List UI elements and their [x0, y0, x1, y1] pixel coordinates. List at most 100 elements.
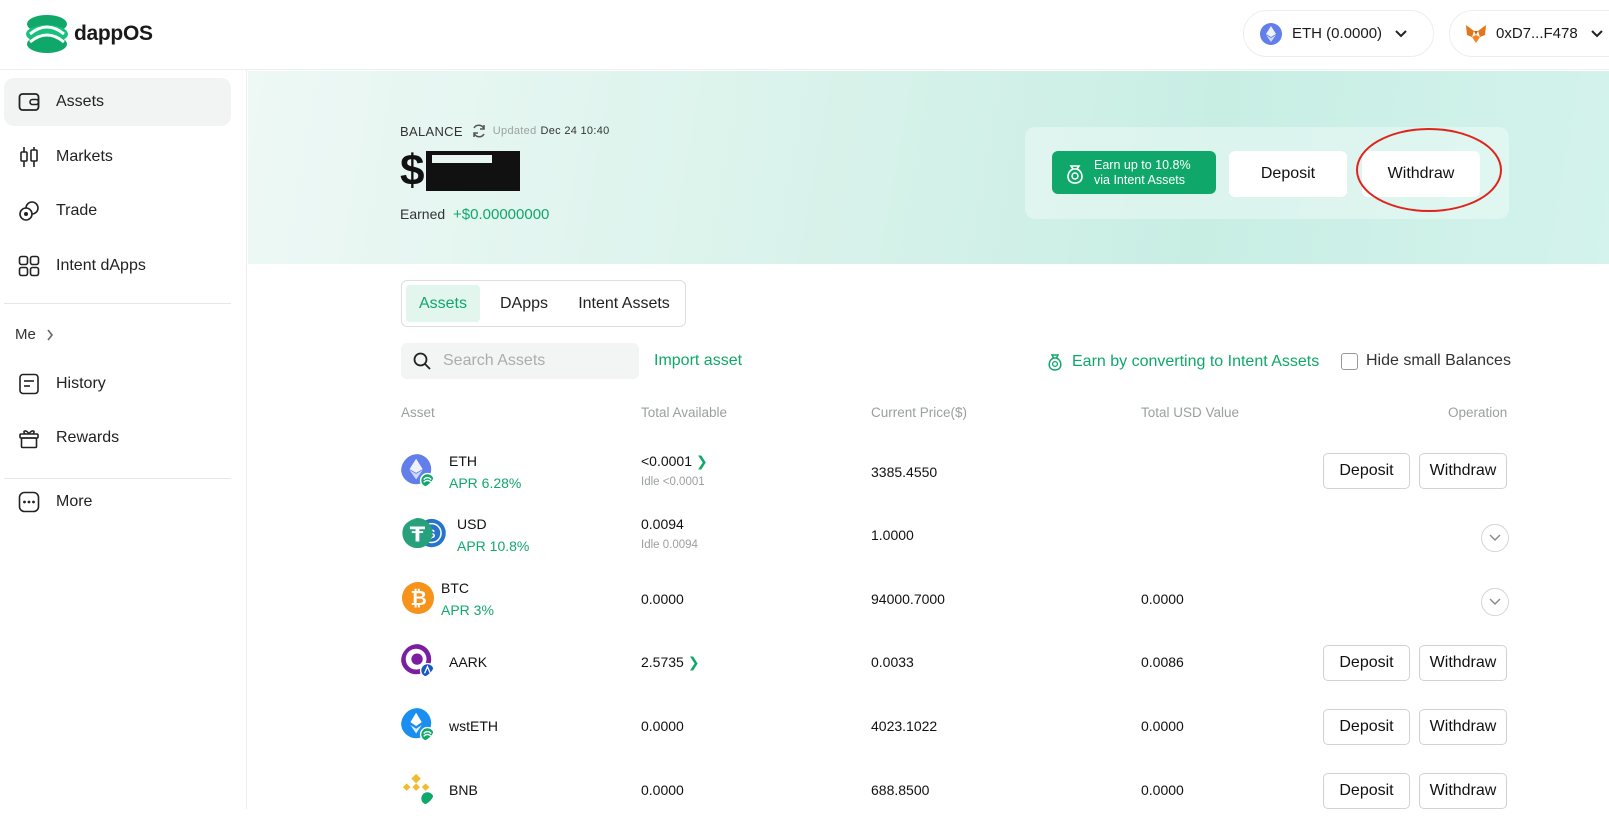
table-row: $ USD APR 10.8% 0.0094 Idle 0.0094 1.000… — [0, 503, 1609, 567]
swap-icon — [16, 198, 42, 224]
earn-intent-button[interactable]: Earn up to 10.8% via Intent Assets — [1052, 151, 1216, 194]
earn-line-2: via Intent Assets — [1094, 172, 1186, 187]
sidebar-me[interactable]: Me — [15, 326, 54, 343]
sidebar-item-history[interactable]: History — [4, 360, 231, 408]
sidebar-divider — [4, 303, 231, 304]
table-row: wstETH 0.0000 4023.1022 0.0000 Deposit W… — [0, 694, 1609, 758]
deposit-button[interactable]: Deposit — [1323, 773, 1410, 809]
earn-convert-link[interactable]: Earn by converting to Intent Assets — [1046, 352, 1319, 372]
earned-value: +$0.00000000 — [453, 206, 550, 223]
tab-dapps[interactable]: DApps — [486, 285, 562, 322]
me-label: Me — [15, 326, 36, 343]
sidebar-item-trade[interactable]: Trade — [4, 187, 231, 235]
import-asset-link[interactable]: Import asset — [654, 352, 742, 370]
wallet-icon — [16, 89, 42, 115]
total-available: 0.0000 — [641, 718, 684, 734]
chevron-down-icon — [1591, 29, 1603, 37]
wallet-address: 0xD7...F478 — [1496, 25, 1578, 42]
withdraw-button[interactable]: Withdraw — [1419, 645, 1507, 681]
table-row: AARK 2.5735 ❯ 0.0033 0.0086 Deposit Withd… — [0, 630, 1609, 694]
chain-selector[interactable]: ETH (0.0000) — [1243, 10, 1434, 57]
total-available: 0.0094 — [641, 516, 684, 532]
candlestick-icon — [16, 144, 42, 170]
eth-token-icon — [401, 454, 435, 488]
asset-apr: APR 6.28% — [449, 475, 522, 491]
idle-value: Idle <0.0001 — [641, 476, 705, 488]
balance-label: BALANCE — [400, 123, 463, 139]
sidebar-item-markets[interactable]: Markets — [4, 133, 231, 181]
wsteth-token-icon — [401, 708, 435, 742]
bnb-token-icon — [402, 773, 435, 806]
column-header-price: Current Price($) — [871, 405, 968, 420]
deposit-button[interactable]: Deposit — [1323, 645, 1410, 681]
expand-row-button[interactable] — [1481, 524, 1509, 552]
hide-small-label: Hide small Balances — [1366, 352, 1511, 369]
current-price: 0.0033 — [871, 654, 914, 670]
search-box[interactable] — [401, 343, 639, 379]
top-bar: dappOS ETH (0.0000) 0xD7...F478 — [0, 0, 1609, 70]
total-usd-value: 0.0000 — [1141, 591, 1184, 607]
sidebar-item-assets[interactable]: Assets — [4, 78, 231, 126]
asset-symbol: wstETH — [449, 718, 498, 734]
table-row: ETH APR 6.28% <0.0001 ❯ Idle <0.0001 3385… — [0, 440, 1609, 504]
aark-token-icon — [401, 644, 435, 678]
expand-row-button[interactable] — [1481, 588, 1509, 616]
sidebar-item-label: Trade — [56, 202, 98, 219]
sidebar-item-intent-dapps[interactable]: Intent dApps — [4, 242, 231, 290]
chevron-right-icon: ❯ — [696, 453, 708, 469]
deposit-button[interactable]: Deposit — [1323, 709, 1410, 745]
current-price: 94000.7000 — [871, 591, 945, 607]
asset-tabs: Assets DApps Intent Assets — [401, 280, 686, 327]
balance-amount: $ — [400, 146, 521, 196]
chevron-right-icon: ❯ — [687, 654, 700, 670]
refresh-icon[interactable] — [471, 123, 487, 139]
earned-label: Earned — [400, 206, 446, 222]
money-bag-icon — [1067, 164, 1083, 184]
current-price: 1.0000 — [871, 527, 914, 543]
asset-symbol: BTC — [441, 580, 469, 596]
column-header-operation: Operation — [1448, 405, 1508, 420]
total-usd-value: 0.0086 — [1141, 654, 1184, 670]
table-row: ₿ BTC APR 3% 0.0000 94000.7000 0.0000 — [0, 567, 1609, 631]
btc-token-icon: ₿ — [402, 582, 434, 614]
asset-symbol: AARK — [449, 654, 488, 670]
current-price: 688.8500 — [871, 782, 930, 798]
hide-small-checkbox[interactable] — [1341, 352, 1358, 370]
search-icon — [413, 352, 431, 370]
search-input[interactable] — [443, 352, 623, 370]
column-header-usd: Total USD Value — [1141, 405, 1240, 420]
current-price: 3385.4550 — [871, 464, 938, 480]
withdraw-button[interactable]: Withdraw — [1419, 453, 1507, 489]
column-header-asset: Asset — [401, 405, 435, 420]
deposit-button[interactable]: Deposit — [1323, 453, 1410, 489]
withdraw-button[interactable]: Withdraw — [1419, 709, 1507, 745]
sidebar-item-label: Markets — [56, 148, 113, 165]
total-available[interactable]: 2.5735 ❯ — [641, 654, 700, 671]
asset-apr: APR 3% — [441, 602, 494, 618]
dappos-logo[interactable]: dappOS — [24, 12, 153, 56]
metamask-icon — [1466, 24, 1486, 43]
total-available[interactable]: <0.0001 ❯ — [641, 453, 708, 470]
total-available: 0.0000 — [641, 782, 684, 798]
updated-label: Updated — [492, 125, 537, 137]
eth-icon — [1260, 22, 1282, 45]
withdraw-button[interactable]: Withdraw — [1419, 773, 1507, 809]
tab-assets[interactable]: Assets — [406, 285, 480, 322]
wallet-selector[interactable]: 0xD7...F478 — [1449, 10, 1609, 57]
hide-small-balances[interactable]: Hide small Balances — [1341, 352, 1511, 370]
updated-time: Dec 24 10:40 — [540, 125, 610, 137]
available-value: 2.5735 — [641, 654, 684, 670]
chevron-right-icon — [47, 329, 53, 340]
current-price: 4023.1022 — [871, 718, 938, 734]
sidebar-item-label: Intent dApps — [56, 257, 146, 274]
redacted-balance — [426, 151, 521, 191]
balance-label-row: BALANCE Updated Dec 24 10:40 — [400, 123, 610, 139]
total-usd-value: 0.0000 — [1141, 782, 1184, 798]
idle-value: Idle 0.0094 — [641, 539, 698, 551]
hero-deposit-button[interactable]: Deposit — [1229, 151, 1347, 197]
tab-intent-assets[interactable]: Intent Assets — [568, 285, 680, 322]
logo-text: dappOS — [74, 22, 153, 45]
chevron-down-icon — [1489, 598, 1501, 605]
sidebar-item-label: History — [56, 375, 106, 392]
chevron-down-icon — [1489, 534, 1501, 541]
